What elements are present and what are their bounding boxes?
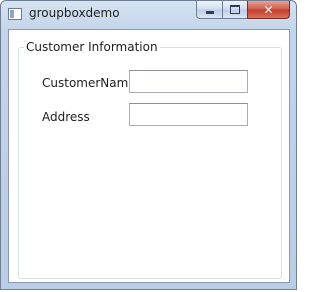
app-window: groupboxdemo ✕ Customer Information Cust… [0, 0, 297, 290]
maximize-icon [230, 5, 240, 14]
caption-buttons: ✕ [196, 1, 290, 20]
groupbox-header: Customer Information [24, 40, 160, 54]
client-area: Customer Information CustomerName Addres… [8, 29, 290, 283]
close-button[interactable]: ✕ [247, 1, 290, 19]
customer-name-label: CustomerName [42, 76, 136, 90]
window-app-icon[interactable] [8, 8, 22, 20]
minimize-icon [205, 11, 214, 14]
customer-name-input[interactable] [129, 70, 248, 93]
title-bar[interactable]: groupboxdemo ✕ [1, 1, 296, 29]
address-label: Address [42, 110, 90, 124]
minimize-button[interactable] [196, 1, 222, 19]
maximize-button[interactable] [222, 1, 247, 19]
close-icon: ✕ [263, 2, 274, 17]
window-title: groupboxdemo [29, 6, 120, 20]
address-input[interactable] [129, 103, 248, 126]
